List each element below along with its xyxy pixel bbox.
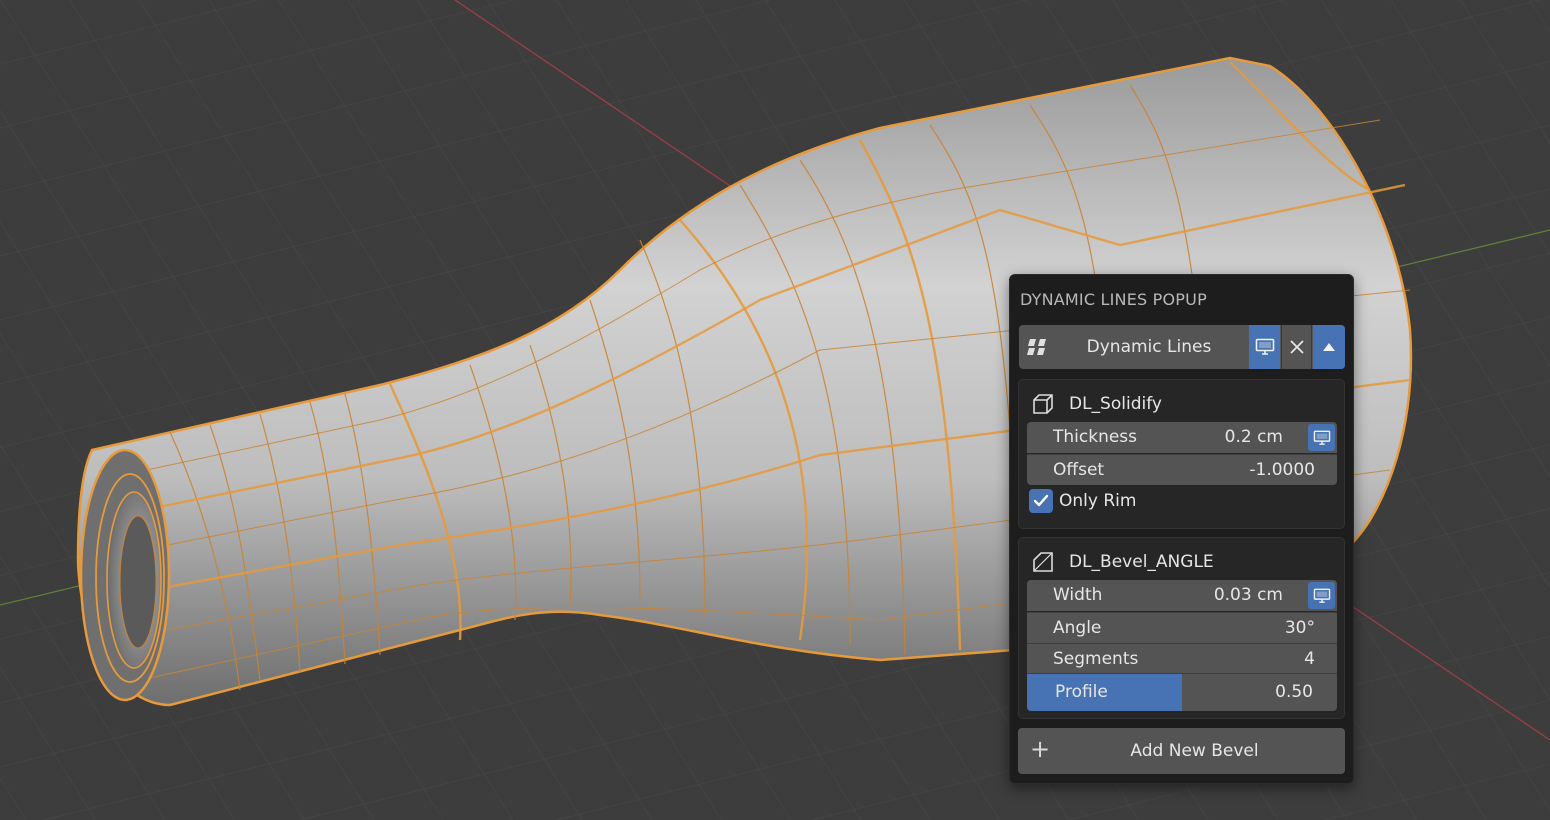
profile-slider[interactable]: Profile 0.50 (1027, 673, 1337, 711)
monitor-icon (1313, 588, 1330, 603)
checkmark-icon (1033, 494, 1049, 507)
profile-label: Profile (1055, 682, 1108, 702)
width-field[interactable]: Width 0.03 cm (1027, 580, 1337, 611)
profile-value: 0.50 (1275, 682, 1313, 702)
dynamic-lines-label: Dynamic Lines (1086, 337, 1212, 357)
bevel-modifier-panel: DL_Bevel_ANGLE Width 0.03 cm Angle 30° S… (1018, 537, 1345, 719)
angle-value: 30° (1284, 618, 1315, 638)
thickness-viewport-button[interactable] (1308, 424, 1335, 451)
monitor-icon (1313, 430, 1330, 445)
segments-field[interactable]: Segments 4 (1027, 643, 1337, 674)
remove-button[interactable] (1281, 325, 1312, 369)
solidify-modifier-name: DL_Solidify (1069, 394, 1162, 414)
only-rim-checkbox[interactable] (1029, 489, 1053, 513)
grip-icon[interactable] (1027, 337, 1049, 357)
add-new-bevel-label: Add New Bevel (1130, 741, 1259, 761)
only-rim-row[interactable]: Only Rim (1027, 488, 1227, 516)
add-new-bevel-button[interactable]: + Add New Bevel (1018, 728, 1345, 774)
segments-label: Segments (1053, 649, 1139, 669)
offset-label: Offset (1053, 460, 1105, 480)
popup-title: DYNAMIC LINES POPUP (1020, 290, 1207, 309)
thickness-label: Thickness (1053, 427, 1138, 447)
monitor-icon (1255, 338, 1274, 355)
viewport-toggle-button[interactable] (1249, 325, 1280, 369)
close-icon (1289, 340, 1304, 354)
triangle-up-icon (1323, 343, 1335, 351)
segments-value: 4 (1304, 649, 1315, 669)
thickness-field[interactable]: Thickness 0.2 cm (1027, 422, 1337, 453)
width-label: Width (1053, 585, 1103, 605)
dynamic-lines-header[interactable]: Dynamic Lines (1019, 325, 1345, 369)
width-value: 0.03 cm (1213, 585, 1283, 605)
offset-value: -1.0000 (1249, 460, 1315, 480)
solidify-modifier-panel: DL_Solidify Thickness 0.2 cm Offset -1.0… (1018, 379, 1345, 529)
angle-field[interactable]: Angle 30° (1027, 612, 1337, 643)
bevel-modifier-name: DL_Bevel_ANGLE (1069, 552, 1214, 572)
only-rim-label: Only Rim (1059, 491, 1137, 511)
angle-label: Angle (1053, 618, 1102, 638)
bottle-opening (79, 448, 171, 702)
dynamic-lines-popup: DYNAMIC LINES POPUP Dynamic Lines DL_Sol… (1009, 274, 1354, 784)
collapse-button[interactable] (1313, 325, 1345, 369)
offset-field[interactable]: Offset -1.0000 (1027, 454, 1337, 485)
bevel-icon (1033, 552, 1053, 572)
width-viewport-button[interactable] (1308, 582, 1335, 609)
solidify-cube-icon (1033, 394, 1053, 414)
thickness-value: 0.2 cm (1224, 427, 1283, 447)
